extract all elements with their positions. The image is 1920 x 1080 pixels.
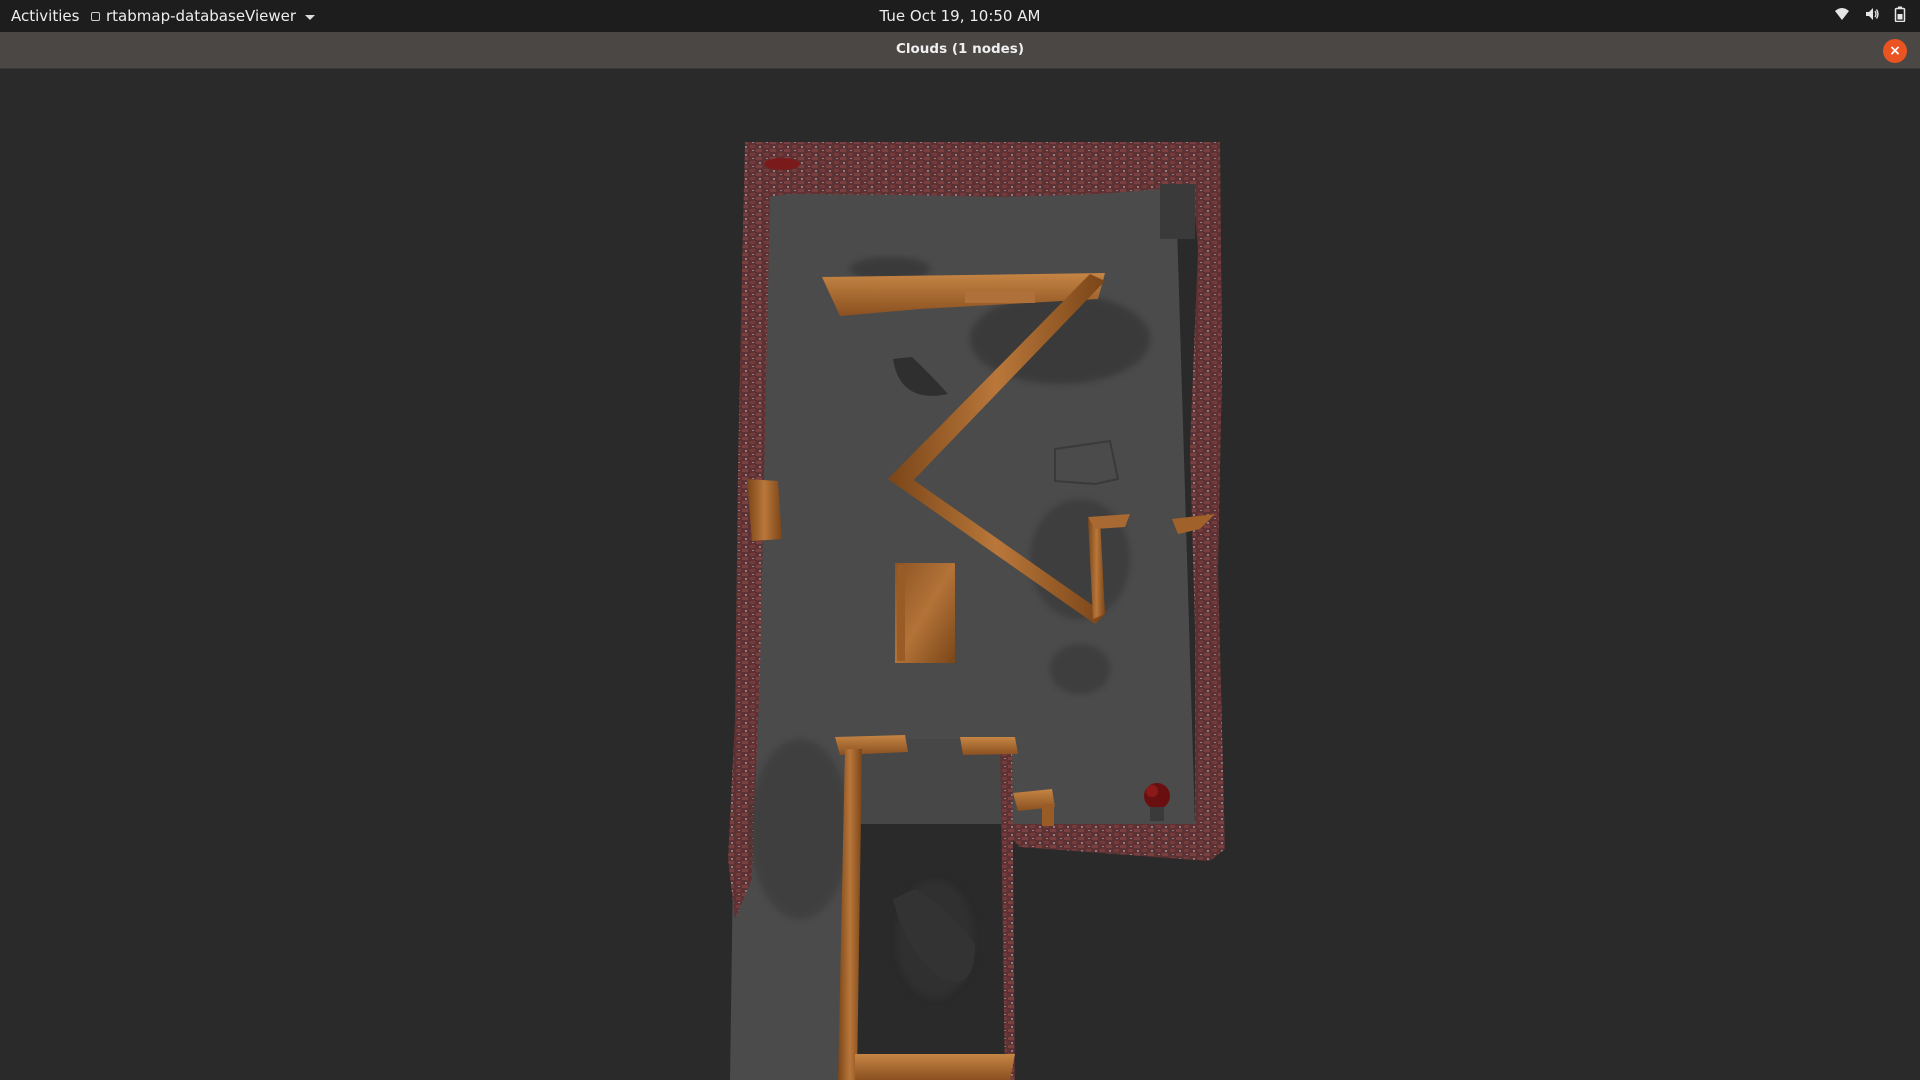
system-top-bar: Activities rtabmap-databaseViewer Tue Oc… [0,0,1920,32]
cloud-viewport[interactable] [0,69,1920,1080]
clock-button[interactable]: Tue Oct 19, 10:50 AM [880,7,1041,25]
app-window-icon [91,11,100,21]
battery-icon[interactable] [1894,6,1906,22]
system-tray[interactable] [1834,6,1906,22]
app-menu-label: rtabmap-databaseViewer [106,7,297,25]
activities-button[interactable]: Activities [11,7,79,25]
close-icon: × [1889,43,1901,59]
volume-icon[interactable] [1864,6,1880,22]
app-menu[interactable]: rtabmap-databaseViewer [91,7,316,25]
window-title-bar[interactable]: Clouds (1 nodes) [0,32,1920,69]
window-title: Clouds (1 nodes) [896,41,1024,57]
wifi-icon[interactable] [1834,6,1850,22]
chevron-down-icon [305,14,316,20]
close-button[interactable]: × [1883,39,1907,63]
point-cloud-render [728,142,1225,1080]
